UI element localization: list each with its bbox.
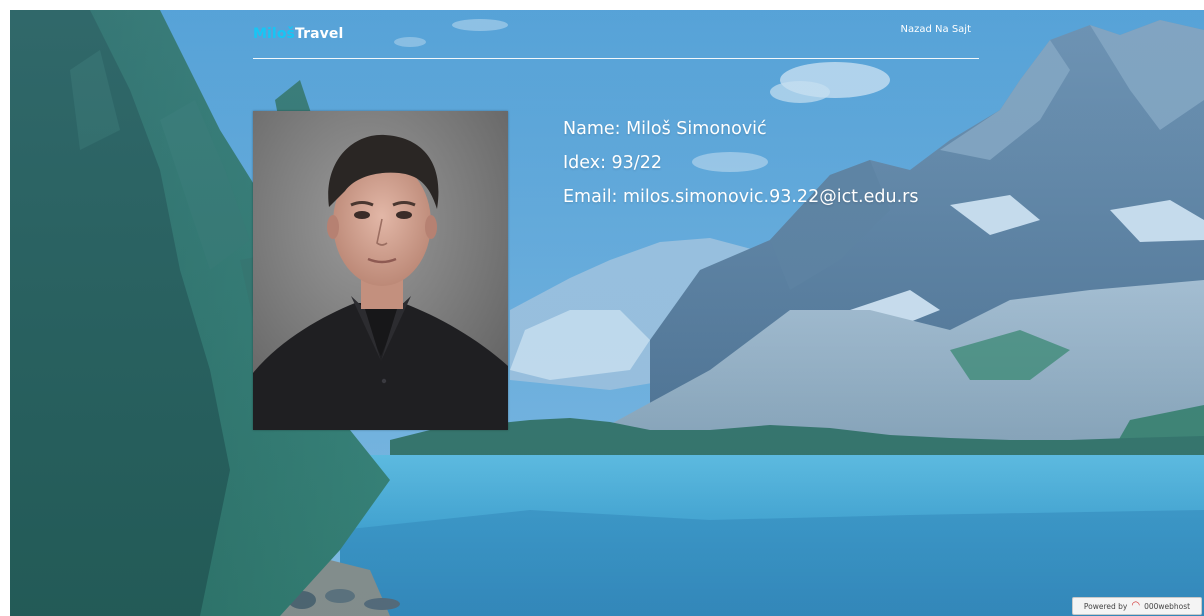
profile-photo — [253, 111, 508, 430]
host-name-label: 000webhost — [1144, 601, 1191, 611]
powered-by-label: Powered by — [1083, 601, 1128, 611]
brand-logo-first-word: Miloš — [253, 26, 295, 42]
top-navigation-bar: MilošTravel Nazad Na Sajt — [253, 20, 979, 59]
profile-photo-image — [253, 111, 508, 430]
webhost-logo-icon: ◠ — [1131, 600, 1141, 611]
profile-email: Email: milos.simonovic.93.22@ict.edu.rs — [563, 187, 919, 207]
brand-logo[interactable]: MilošTravel — [253, 26, 343, 42]
lake-mountain-background-image — [10, 10, 1204, 616]
profile-name: Name: Miloš Simonović — [563, 119, 767, 139]
brand-logo-second-word: Travel — [294, 26, 344, 42]
profile-info: Name: Miloš Simonović Idex: 93/22 Email:… — [563, 112, 918, 214]
profile-index: Idex: 93/22 — [563, 153, 662, 173]
back-to-site-link[interactable]: Nazad Na Sajt — [901, 24, 971, 35]
powered-by-badge[interactable]: Powered by ◠ 000webhost — [1072, 597, 1202, 615]
page-background: MilošTravel Nazad Na Sajt Name: Miloš Si… — [10, 10, 1204, 616]
